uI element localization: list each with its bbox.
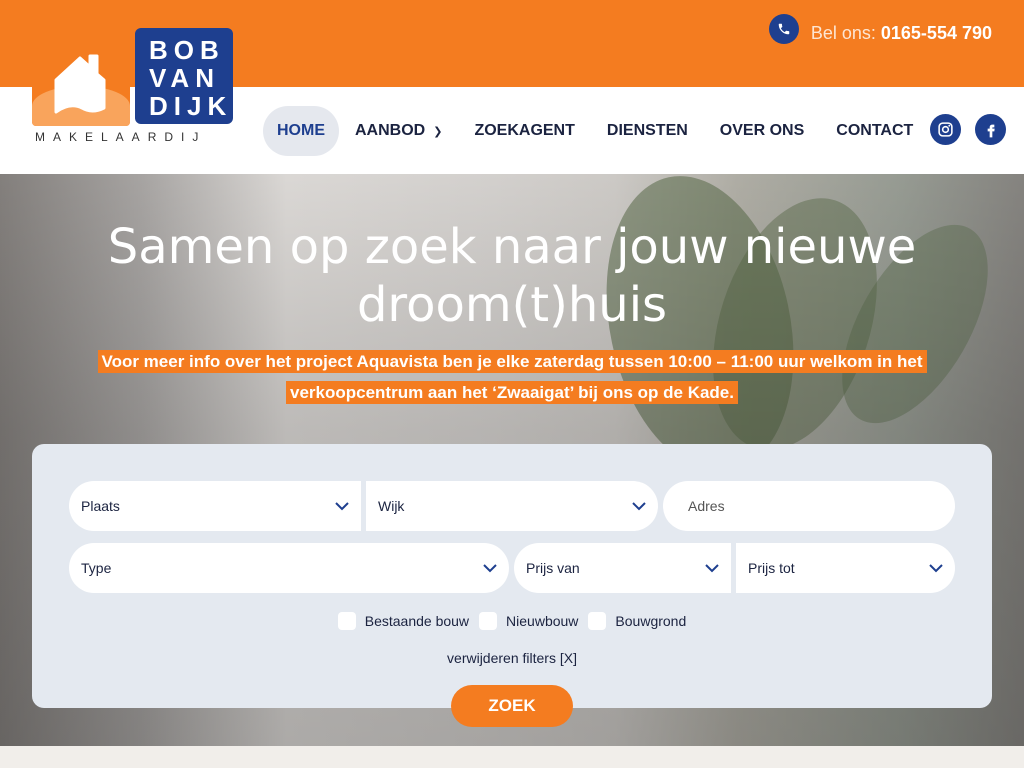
- chevron-down-icon: ❯: [433, 125, 443, 138]
- chevron-down-icon: [705, 560, 719, 576]
- nav-home[interactable]: HOME: [263, 106, 339, 156]
- wijk-label: Wijk: [378, 498, 405, 514]
- checkbox[interactable]: [337, 612, 356, 630]
- search-panel: Plaats Wijk Adres Type Prijs van Prijs t…: [32, 444, 992, 708]
- logo[interactable]: BOB VAN DIJK MAKELAARDIJ: [32, 28, 237, 146]
- hero-title-line-1: Samen op zoek naar jouw nieuwe: [107, 219, 917, 275]
- prijs-van-select[interactable]: Prijs van: [514, 543, 731, 593]
- check-bestaande-bouw[interactable]: Bestaande bouw: [337, 612, 470, 630]
- prijs-van-label: Prijs van: [526, 560, 580, 576]
- check-bouwgrond-label: Bouwgrond: [615, 613, 687, 629]
- hero-title: Samen op zoek naar jouw nieuwe droom(t)h…: [0, 218, 1024, 334]
- hero-title-line-2: droom(t)huis: [356, 277, 668, 333]
- type-select[interactable]: Type: [69, 543, 509, 593]
- hero: Samen op zoek naar jouw nieuwe droom(t)h…: [0, 174, 1024, 746]
- house-icon: [32, 36, 130, 126]
- nav-zoekagent[interactable]: ZOEKAGENT: [458, 106, 590, 156]
- nav-diensten[interactable]: DIENSTEN: [591, 106, 704, 156]
- logo-line-3: DIJK: [149, 91, 233, 121]
- check-bestaande-bouw-label: Bestaande bouw: [364, 613, 470, 629]
- adres-placeholder: Adres: [688, 498, 725, 514]
- chevron-down-icon: [335, 498, 349, 514]
- prijs-tot-select[interactable]: Prijs tot: [736, 543, 955, 593]
- facebook-icon[interactable]: [975, 114, 1006, 145]
- nav-contact[interactable]: CONTACT: [820, 106, 929, 156]
- check-bouwgrond[interactable]: Bouwgrond: [588, 612, 686, 630]
- building-type-filters: Bestaande bouw Nieuwbouw Bouwgrond: [32, 612, 992, 630]
- main-nav: HOME AANBOD ❯ ZOEKAGENT DIENSTEN OVER ON…: [263, 106, 929, 156]
- phone-icon[interactable]: [768, 14, 799, 44]
- hero-announcement: Voor meer info over het project Aquavist…: [90, 346, 934, 408]
- chevron-down-icon: [483, 560, 497, 576]
- check-nieuwbouw[interactable]: Nieuwbouw: [479, 612, 578, 630]
- phone-label: Bel ons:: [810, 22, 876, 43]
- logo-subtitle: MAKELAARDIJ: [35, 130, 207, 144]
- chevron-down-icon: [632, 498, 646, 514]
- logo-line-1: BOB: [149, 35, 225, 65]
- phone-contact[interactable]: Bel ons: 0165-554 790: [768, 14, 992, 44]
- check-nieuwbouw-label: Nieuwbouw: [506, 613, 579, 629]
- instagram-icon[interactable]: [930, 114, 961, 145]
- logo-wordmark: BOB VAN DIJK: [135, 28, 233, 124]
- plaats-label: Plaats: [81, 498, 120, 514]
- prijs-tot-label: Prijs tot: [748, 560, 795, 576]
- plaats-select[interactable]: Plaats: [69, 481, 361, 531]
- type-label: Type: [81, 560, 112, 576]
- clear-filters-link[interactable]: verwijderen filters [X]: [32, 650, 992, 666]
- phone-number[interactable]: 0165-554 790: [881, 23, 992, 44]
- hero-announcement-text: Voor meer info over het project Aquavist…: [97, 350, 927, 404]
- nav-over-ons[interactable]: OVER ONS: [704, 106, 820, 156]
- logo-line-2: VAN: [149, 63, 220, 93]
- checkbox[interactable]: [588, 612, 607, 630]
- checkbox[interactable]: [479, 612, 498, 630]
- nav-aanbod[interactable]: AANBOD ❯: [339, 106, 458, 156]
- search-button[interactable]: ZOEK: [451, 685, 573, 727]
- chevron-down-icon: [929, 560, 943, 576]
- adres-input[interactable]: Adres: [663, 481, 955, 531]
- nav-aanbod-label: AANBOD: [355, 122, 426, 139]
- wijk-select[interactable]: Wijk: [366, 481, 658, 531]
